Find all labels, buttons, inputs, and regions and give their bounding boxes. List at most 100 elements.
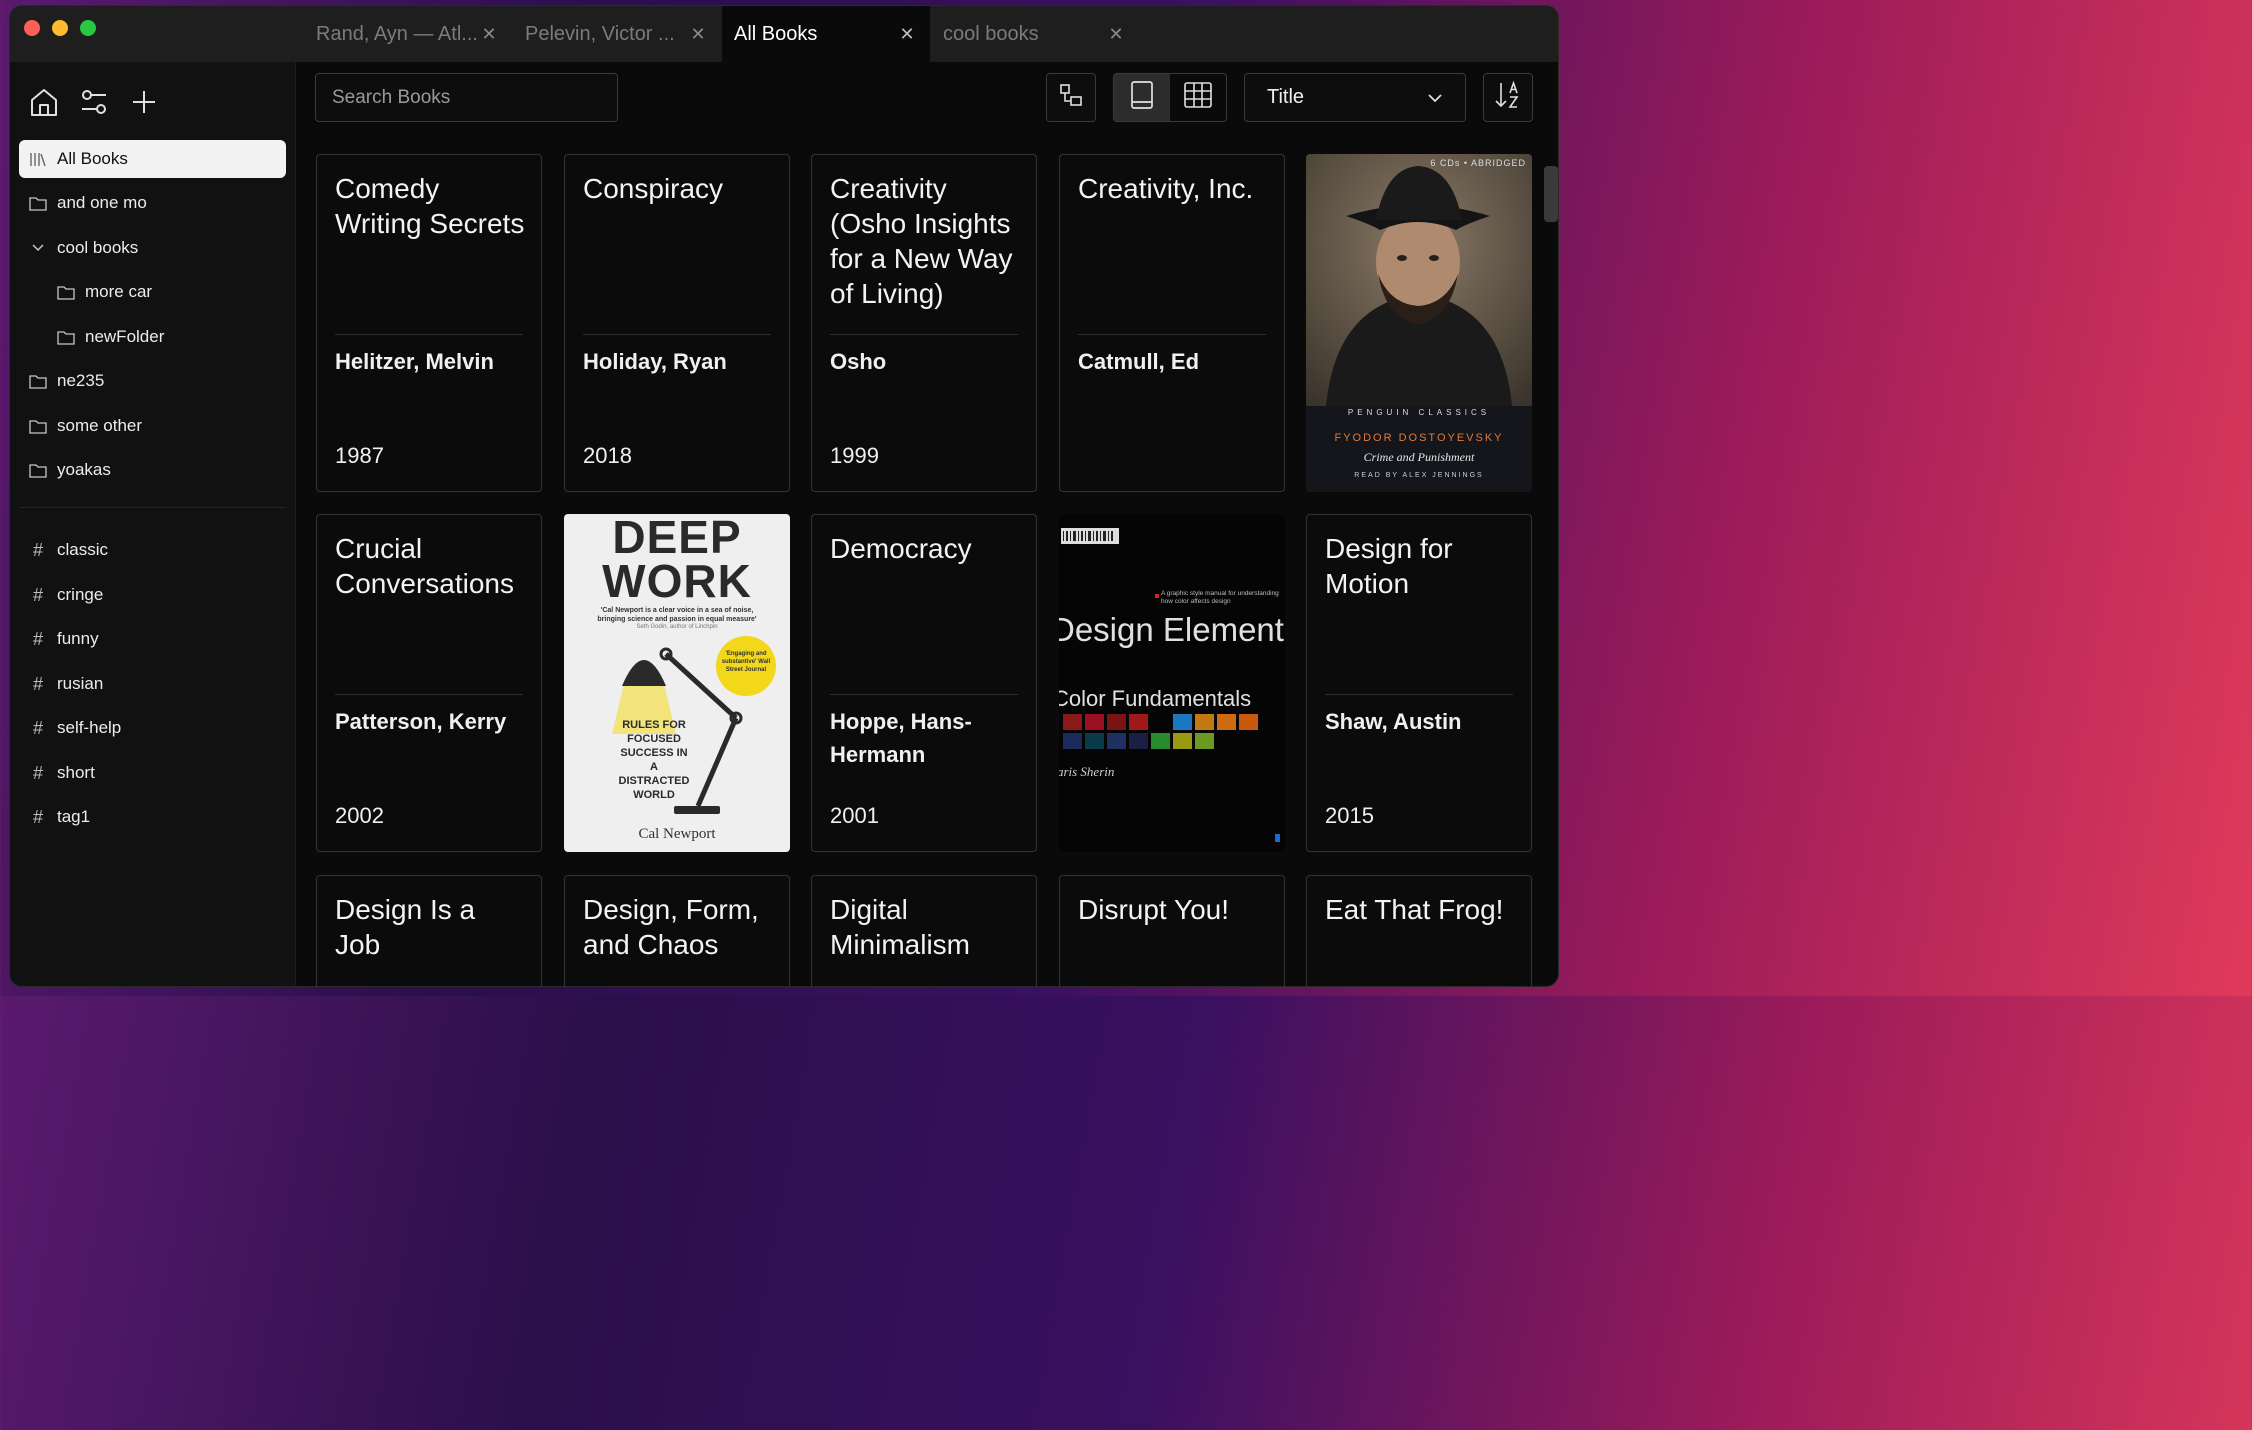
group-toggle-button[interactable] (1046, 73, 1096, 122)
book-year: 1987 (335, 443, 384, 468)
view-mode-toggle[interactable] (1113, 73, 1227, 122)
sidebar-item-label: cool books (57, 238, 139, 257)
book-author: Catmull, Ed (1078, 349, 1200, 374)
settings-sliders-icon[interactable] (78, 86, 110, 118)
sidebar-tag-label: tag1 (57, 807, 91, 826)
book-card[interactable]: Creativity, Inc. Catmull, Ed (1059, 154, 1285, 492)
zoom-window-button[interactable] (80, 20, 96, 36)
card-divider (830, 334, 1018, 335)
folder-icon (27, 419, 49, 434)
tab-pelevin[interactable]: Pelevin, Victor ... ✕ (513, 6, 721, 62)
sort-field-value: Title (1267, 86, 1305, 108)
folder-icon (55, 330, 77, 345)
sidebar-tag-label: short (57, 763, 95, 782)
book-author: Osho (830, 349, 887, 374)
sidebar-tag-label: cringe (57, 585, 104, 604)
book-cover-design-elements[interactable]: A graphic style manual for understanding… (1059, 514, 1285, 852)
book-year: 2002 (335, 803, 384, 828)
book-card[interactable]: Democracy Hoppe, Hans-Hermann 2001 (811, 514, 1037, 852)
tab-label: Rand, Ayn — Atl... (316, 22, 478, 45)
add-icon[interactable] (128, 86, 160, 118)
sidebar-item-cool-books[interactable]: cool books (19, 229, 286, 267)
card-divider (583, 334, 771, 335)
sidebar-tag-self-help[interactable]: # self-help (19, 709, 286, 747)
sidebar-tag-label: funny (57, 629, 99, 648)
book-card[interactable]: Comedy Writing Secrets Helitzer, Melvin … (316, 154, 542, 492)
book-card[interactable]: Eat That Frog! (1306, 875, 1532, 986)
book-card[interactable]: Design Is a Job (316, 875, 542, 986)
tab-all-books[interactable]: All Books ✕ (722, 6, 930, 62)
book-icon (1129, 80, 1155, 115)
tab-label: cool books (943, 22, 1039, 45)
sidebar-divider (20, 507, 285, 508)
book-cover-deep-work[interactable]: DEEP WORK 'Cal Newport is a clear voice … (564, 514, 790, 852)
cover-author: Aaris Sherin (1059, 764, 1115, 779)
book-card[interactable]: Conspiracy Holiday, Ryan 2018 (564, 154, 790, 492)
sort-field-select[interactable]: Title (1244, 73, 1466, 122)
book-card[interactable]: Disrupt You! (1059, 875, 1285, 986)
book-card[interactable]: Design, Form, and Chaos (564, 875, 790, 986)
hash-icon: # (32, 673, 43, 694)
sidebar-item-label: newFolder (85, 327, 165, 346)
cover-subtitle: Color Fundamentals (1059, 686, 1252, 711)
book-cover-crime-and-punishment[interactable]: 6 CDs • ABRIDGED PENGUIN CLASSICS FYODOR… (1306, 154, 1532, 492)
sidebar-item-some-other[interactable]: some other (19, 407, 286, 445)
sidebar-tag-rusian[interactable]: # rusian (19, 665, 286, 703)
view-cards-button[interactable] (1114, 74, 1170, 121)
sidebar-item-label: yoakas (57, 460, 111, 479)
home-icon[interactable] (28, 86, 60, 118)
close-window-button[interactable] (24, 20, 40, 36)
tab-label: All Books (734, 22, 818, 45)
book-title: Conspiracy (583, 173, 724, 204)
book-title: Digital Minimalism (830, 894, 970, 960)
title-bar: Rand, Ayn — Atl... ✕ Pelevin, Victor ...… (10, 6, 1558, 62)
cover-author: FYODOR DOSTOYEVSKY (1334, 432, 1504, 444)
close-tab-icon[interactable]: ✕ (687, 24, 709, 45)
cover-image (1061, 528, 1280, 842)
sidebar-tag-tag1[interactable]: # tag1 (19, 798, 286, 836)
card-divider (335, 334, 523, 335)
book-card[interactable]: Design for Motion Shaw, Austin 2015 (1306, 514, 1532, 852)
book-title: Eat That Frog! (1325, 894, 1504, 925)
sidebar-item-all-books[interactable]: All Books (19, 140, 286, 178)
cover-top-text: 6 CDs • ABRIDGED (1430, 158, 1526, 168)
book-card[interactable]: Creativity (Osho Insights for a New Way … (811, 154, 1037, 492)
chevron-down-icon[interactable] (27, 243, 49, 253)
close-tab-icon[interactable]: ✕ (896, 24, 918, 45)
book-author: Holiday, Ryan (583, 349, 727, 374)
sidebar: All Books and one mo cool books more car… (10, 62, 296, 986)
sidebar-item-yoakas[interactable]: yoakas (19, 451, 286, 489)
minimize-window-button[interactable] (52, 20, 68, 36)
book-title: Design Is a Job (335, 894, 476, 960)
sidebar-item-ne235[interactable]: ne235 (19, 362, 286, 400)
tab-cool-books[interactable]: cool books ✕ (931, 6, 1139, 62)
sidebar-item-label: some other (57, 416, 143, 435)
book-card[interactable]: Crucial Conversations Patterson, Kerry 2… (316, 514, 542, 852)
sidebar-tag-short[interactable]: # short (19, 754, 286, 792)
sidebar-tag-funny[interactable]: # funny (19, 620, 286, 658)
sidebar-item-label: and one mo (57, 193, 147, 212)
cover-tagline: A graphic style manual for understanding… (1161, 590, 1279, 605)
card-divider (1078, 334, 1266, 335)
sidebar-item-and-one-mo[interactable]: and one mo (19, 184, 286, 222)
hash-icon: # (32, 717, 43, 738)
sidebar-item-newfolder[interactable]: newFolder (19, 318, 258, 356)
sidebar-item-more-car[interactable]: more car (19, 273, 258, 311)
folder-icon (27, 374, 49, 389)
scrollbar-thumb[interactable] (1544, 166, 1558, 222)
book-author: Shaw, Austin (1325, 709, 1462, 734)
book-year: 2015 (1325, 803, 1374, 828)
sidebar-tag-label: rusian (57, 674, 104, 693)
search-input[interactable] (315, 73, 618, 122)
sidebar-tag-cringe[interactable]: # cringe (19, 576, 286, 614)
close-tab-icon[interactable]: ✕ (1105, 24, 1127, 45)
book-title: Design for Motion (1325, 533, 1453, 599)
tab-rand[interactable]: Rand, Ayn — Atl... ✕ (304, 6, 512, 62)
view-grid-button[interactable] (1170, 74, 1226, 121)
sidebar-tag-classic[interactable]: # classic (19, 531, 286, 569)
book-title: Creativity, Inc. (1078, 173, 1254, 204)
hash-icon: # (32, 806, 43, 827)
close-tab-icon[interactable]: ✕ (478, 24, 500, 45)
sort-direction-button[interactable] (1483, 73, 1533, 122)
book-card[interactable]: Digital Minimalism (811, 875, 1037, 986)
